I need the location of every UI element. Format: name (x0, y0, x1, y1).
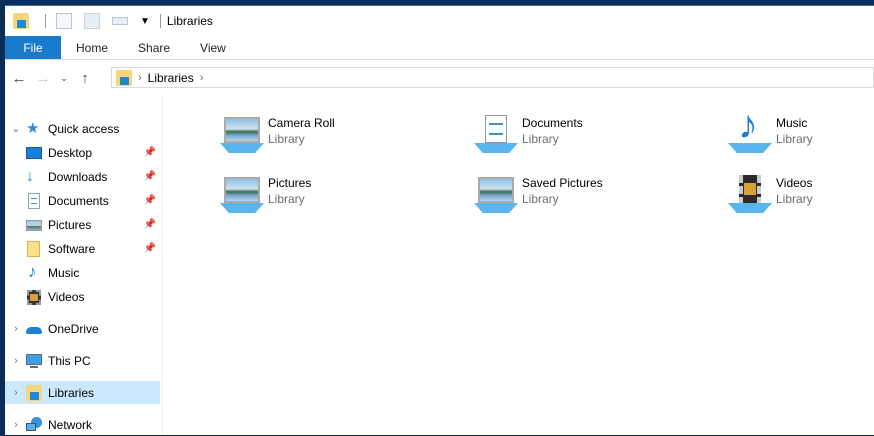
breadcrumb-libraries[interactable]: Libraries (148, 71, 194, 85)
library-type: Library (522, 132, 559, 146)
this-pc-icon (26, 353, 42, 369)
library-item[interactable]: Documents Library (472, 115, 583, 155)
folder-icon (26, 240, 42, 257)
library-name: Saved Pictures (522, 176, 603, 190)
tree-label: This PC (48, 353, 91, 368)
tree-quick-videos[interactable]: Videos (5, 285, 160, 308)
tree-label: Music (48, 265, 80, 280)
libraries-icon (116, 69, 132, 86)
tree-label: Desktop (48, 145, 93, 160)
tree-label: Pictures (48, 217, 92, 232)
tree-quick-music[interactable]: ♪ Music (5, 261, 160, 284)
library-item[interactable]: ♪ Music Library (726, 105, 813, 155)
expand-icon[interactable]: › (6, 387, 26, 399)
pin-icon[interactable]: 📌 (144, 147, 156, 158)
tree-quick-desktop[interactable]: Desktop 📌 (5, 141, 160, 164)
library-item[interactable]: Pictures Library (218, 175, 311, 215)
music-icon: ♪ (28, 261, 37, 281)
tree-libraries[interactable]: › Libraries (5, 381, 160, 404)
libraries-icon (26, 384, 42, 401)
documents-icon (26, 192, 42, 209)
tree-this-pc[interactable]: › This PC (5, 349, 160, 372)
pin-icon[interactable]: 📌 (144, 243, 156, 254)
quick-access-toolbar: ▼ (13, 13, 165, 29)
navigation-bar: ← → ⌄ ↑ › Libraries › (5, 66, 874, 90)
title-bar: ▼ Libraries (5, 6, 874, 36)
navigation-pane: ⌄ ★ Quick access Desktop 📌 ↓ Downloads 📌… (5, 95, 162, 435)
videos-library-icon (726, 175, 774, 215)
customize-qat-icon[interactable]: ▼ (140, 16, 150, 27)
breadcrumb-chevron-icon[interactable]: › (200, 72, 204, 84)
pin-icon[interactable]: 📌 (144, 219, 156, 230)
library-item[interactable]: Videos Library (726, 175, 813, 215)
library-name: Camera Roll (268, 116, 335, 130)
libraries-icon (13, 13, 29, 29)
tree-label: Videos (48, 289, 85, 304)
tab-share[interactable]: Share (123, 36, 185, 59)
downloads-icon: ↓ (26, 167, 34, 185)
up-button[interactable]: ↑ (73, 70, 97, 87)
pictures-library-icon (218, 175, 266, 215)
tree-label: Documents (48, 193, 109, 208)
pin-icon[interactable]: 📌 (144, 171, 156, 182)
tab-home[interactable]: Home (61, 36, 123, 59)
ribbon-tabs: File Home Share View (5, 36, 874, 60)
library-type: Library (776, 192, 813, 206)
videos-icon (26, 289, 42, 305)
desktop-icon (26, 145, 42, 161)
star-icon: ★ (26, 119, 40, 137)
documents-library-icon (472, 115, 520, 155)
library-name: Documents (522, 116, 583, 130)
library-item[interactable]: Saved Pictures Library (472, 175, 603, 215)
tree-label: Quick access (48, 121, 120, 136)
tree-label: OneDrive (48, 321, 99, 336)
music-library-icon: ♪ (726, 105, 774, 155)
forward-button[interactable]: → (31, 70, 55, 87)
tree-label: Network (48, 417, 93, 432)
tree-quick-documents[interactable]: Documents 📌 (5, 189, 160, 212)
pictures-library-icon (218, 115, 266, 155)
new-folder-icon[interactable] (84, 13, 100, 29)
library-type: Library (776, 132, 813, 146)
window-title: Libraries (166, 14, 213, 28)
expand-icon[interactable]: › (6, 419, 26, 431)
tree-quick-downloads[interactable]: ↓ Downloads 📌 (5, 165, 160, 188)
pictures-library-icon (472, 175, 520, 215)
pin-icon[interactable]: 📌 (144, 195, 156, 206)
tree-label: Downloads (48, 169, 108, 184)
tree-label: Software (48, 241, 96, 256)
onedrive-icon (26, 321, 42, 337)
network-icon (26, 416, 42, 433)
tab-view[interactable]: View (185, 36, 241, 59)
back-button[interactable]: ← (7, 70, 31, 87)
tree-quick-software[interactable]: Software 📌 (5, 237, 160, 260)
library-type: Library (268, 192, 305, 206)
tree-onedrive[interactable]: › OneDrive (5, 317, 160, 340)
tree-network[interactable]: › Network (5, 413, 160, 436)
explorer-window: ▼ Libraries File Home Share View ← → ⌄ ↑… (5, 5, 874, 435)
library-name: Pictures (268, 176, 312, 190)
address-bar[interactable]: › Libraries › (111, 67, 874, 88)
expand-icon[interactable]: › (6, 355, 26, 367)
tree-label: Libraries (48, 385, 95, 400)
collapse-icon[interactable]: ⌄ (6, 122, 26, 135)
recent-locations-button[interactable]: ⌄ (55, 73, 73, 84)
library-type: Library (522, 192, 559, 206)
library-name: Music (776, 116, 808, 130)
tree-quick-pictures[interactable]: Pictures 📌 (5, 213, 160, 236)
rename-icon[interactable] (112, 17, 128, 25)
pane-divider[interactable] (162, 95, 163, 435)
library-item[interactable]: Camera Roll Library (218, 115, 335, 155)
tab-file[interactable]: File (5, 36, 61, 59)
tree-quick-access[interactable]: ⌄ ★ Quick access (5, 117, 160, 140)
pictures-icon (26, 217, 42, 233)
library-name: Videos (776, 176, 813, 190)
properties-icon[interactable] (56, 13, 72, 29)
expand-icon[interactable]: › (6, 323, 26, 335)
breadcrumb-chevron-icon[interactable]: › (138, 72, 142, 84)
library-type: Library (268, 132, 305, 146)
